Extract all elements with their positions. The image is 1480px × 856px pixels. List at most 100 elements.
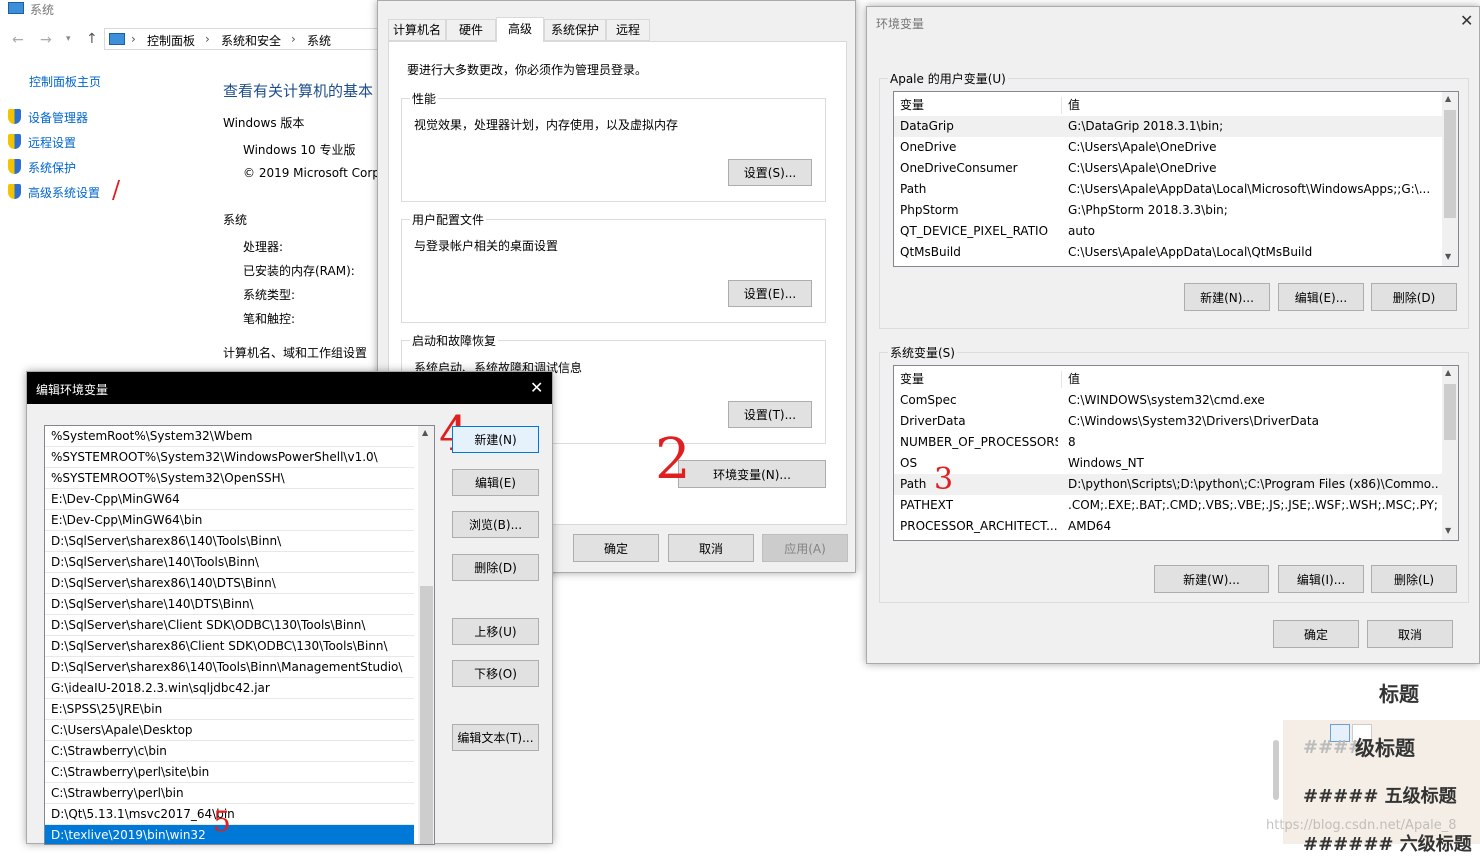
table-row[interactable]: PhpStorm G:\PhpStorm 2018.3.3\bin; — [894, 200, 1442, 221]
scroll-up-icon[interactable]: ▲ — [422, 428, 428, 437]
apply-button[interactable]: 应用(A) — [762, 534, 848, 562]
breadcrumb-system[interactable]: 系统 — [307, 32, 331, 49]
delete-entry-button[interactable]: 删除(D) — [452, 554, 539, 581]
table-row[interactable]: PROCESSOR_ARCHITECT... AMD64 — [894, 516, 1442, 537]
env-cancel-button[interactable]: 取消 — [1367, 620, 1453, 648]
close-icon[interactable]: ✕ — [530, 378, 543, 397]
variable-value: C:\Users\Apale\AppData\Local\Microsoft\W… — [1068, 182, 1431, 196]
cancel-button[interactable]: 取消 — [668, 534, 754, 562]
new-entry-button[interactable]: 新建(N) — [452, 426, 539, 453]
startup-settings-button[interactable]: 设置(T)... — [728, 401, 812, 428]
scrollbar[interactable]: ▲ ▼ — [1442, 366, 1458, 540]
list-item[interactable]: D:\SqlServer\share\Client SDK\ODBC\130\T… — [45, 615, 414, 636]
scroll-thumb[interactable] — [1444, 110, 1456, 218]
admin-note: 要进行大多数更改，你必须作为管理员登录。 — [407, 63, 648, 77]
dialog-title: 环境变量 — [876, 17, 925, 31]
table-row[interactable]: ComSpec C:\WINDOWS\system32\cmd.exe — [894, 390, 1442, 411]
list-item[interactable]: E:\Dev-Cpp\MinGW64 — [45, 489, 414, 510]
table-row[interactable]: QtMsBuild C:\Users\Apale\AppData\Local\Qt… — [894, 242, 1442, 263]
scroll-down-icon[interactable]: ▼ — [1445, 252, 1451, 261]
control-panel-home-link[interactable]: 控制面板主页 — [29, 73, 101, 90]
breadcrumb-security[interactable]: 系统和安全 — [221, 32, 281, 49]
forward-icon[interactable]: → — [40, 32, 52, 48]
list-item[interactable]: G:\ideaIU-2018.2.3.win\sqljdbc42.jar — [45, 678, 414, 699]
move-up-button[interactable]: 上移(U) — [452, 618, 539, 645]
list-item[interactable]: C:\Strawberry\c\bin — [45, 741, 414, 762]
list-item[interactable]: E:\SPSS\25\JRE\bin — [45, 699, 414, 720]
browse-button[interactable]: 浏览(B)... — [452, 511, 539, 538]
list-item[interactable]: C:\Strawberry\perl\bin — [45, 783, 414, 804]
list-item[interactable]: C:\Strawberry\perl\site\bin — [45, 762, 414, 783]
scroll-down-icon[interactable]: ▼ — [1445, 526, 1451, 535]
col-header-variable[interactable]: 变量 — [900, 369, 924, 390]
history-dropdown-icon[interactable]: ▾ — [66, 34, 71, 44]
address-bar[interactable]: › 控制面板 › 系统和安全 › 系统 — [104, 28, 380, 50]
system-type-label: 系统类型: — [243, 288, 296, 302]
user-new-button[interactable]: 新建(N)... — [1184, 283, 1270, 311]
scrollbar[interactable]: ▲ ▼ — [1442, 92, 1458, 266]
system-delete-button[interactable]: 删除(L) — [1371, 565, 1457, 593]
up-icon[interactable]: ↑ — [86, 31, 98, 47]
tab-computer-name[interactable]: 计算机名 — [388, 19, 446, 41]
variable-value: C:\Users\Apale\AppData\Local\QtMsBuild — [1068, 245, 1313, 259]
table-row[interactable]: OS Windows_NT — [894, 453, 1442, 474]
edit-entry-button[interactable]: 编辑(E) — [452, 469, 539, 496]
editor-scrollbar — [1273, 740, 1279, 800]
table-row[interactable]: Path C:\Users\Apale\AppData\Local\Microso… — [894, 179, 1442, 200]
list-item[interactable]: E:\Dev-Cpp\MinGW64\bin — [45, 510, 414, 531]
scroll-up-icon[interactable]: ▲ — [1445, 368, 1451, 377]
system-vars-list[interactable]: 变量 值 ComSpec C:\WINDOWS\system32\cmd.exe D… — [893, 365, 1459, 541]
col-header-variable[interactable]: 变量 — [900, 95, 924, 116]
close-icon[interactable]: ✕ — [1460, 11, 1473, 30]
chevron-icon: › — [131, 32, 136, 46]
ok-button[interactable]: 确定 — [573, 534, 659, 562]
table-row[interactable]: OneDrive C:\Users\Apale\OneDrive — [894, 137, 1442, 158]
list-item[interactable]: D:\SqlServer\sharex86\Client SDK\ODBC\13… — [45, 636, 414, 657]
table-row[interactable]: Path D:\python\Scripts\;D:\python\;C:\Pro… — [894, 474, 1442, 495]
tab-hardware[interactable]: 硬件 — [446, 19, 496, 41]
scroll-up-icon[interactable]: ▲ — [1445, 94, 1451, 103]
table-row[interactable]: PATHEXT .COM;.EXE;.BAT;.CMD;.VBS;.VBE;.JS… — [894, 495, 1442, 516]
scroll-thumb[interactable] — [420, 586, 433, 844]
environment-variables-dialog: 环境变量 ✕ Apale 的用户变量(U) 变量 值 DataGrip G:\Da… — [866, 6, 1480, 664]
table-row[interactable]: OneDriveConsumer C:\Users\Apale\OneDrive — [894, 158, 1442, 179]
breadcrumb-control-panel[interactable]: 控制面板 — [147, 32, 195, 49]
table-row[interactable]: DataGrip G:\DataGrip 2018.3.1\bin; — [894, 116, 1442, 137]
profile-settings-button[interactable]: 设置(E)... — [728, 280, 812, 307]
env-ok-button[interactable]: 确定 — [1273, 620, 1359, 648]
list-item[interactable]: D:\SqlServer\share\140\DTS\Binn\ — [45, 594, 414, 615]
tab-advanced[interactable]: 高级 — [496, 17, 544, 42]
list-item[interactable]: D:\SqlServer\sharex86\140\Tools\Binn\Man… — [45, 657, 414, 678]
tab-label: 硬件 — [458, 23, 483, 37]
table-row[interactable]: QT_DEVICE_PIXEL_RATIO auto — [894, 221, 1442, 242]
move-down-button[interactable]: 下移(O) — [452, 660, 539, 687]
list-item[interactable]: D:\SqlServer\sharex86\140\Tools\Binn\ — [45, 531, 414, 552]
dialog-title: 编辑环境变量 — [36, 383, 109, 397]
system-edit-button[interactable]: 编辑(I)... — [1278, 565, 1364, 593]
list-item[interactable]: %SystemRoot%\System32\Wbem — [45, 426, 414, 447]
list-item[interactable]: %SYSTEMROOT%\System32\WindowsPowerShell\… — [45, 447, 414, 468]
table-row[interactable]: DriverData C:\Windows\System32\Drivers\Dr… — [894, 411, 1442, 432]
edit-text-button[interactable]: 编辑文本(T)... — [452, 724, 539, 751]
path-list[interactable]: %SystemRoot%\System32\Wbem %SYSTEMROOT%\S… — [44, 425, 435, 845]
table-row[interactable]: NUMBER_OF_PROCESSORS 8 — [894, 432, 1442, 453]
list-item[interactable]: C:\Users\Apale\Desktop — [45, 720, 414, 741]
col-header-value[interactable]: 值 — [1068, 369, 1080, 390]
col-header-value[interactable]: 值 — [1068, 95, 1080, 116]
tab-label: 计算机名 — [392, 23, 441, 37]
perf-settings-button[interactable]: 设置(S)... — [728, 159, 812, 186]
tab-system-protection[interactable]: 系统保护 — [544, 19, 606, 41]
user-delete-button[interactable]: 删除(D) — [1371, 283, 1457, 311]
tab-remote[interactable]: 远程 — [606, 19, 650, 41]
back-icon[interactable]: ← — [12, 32, 24, 48]
system-new-button[interactable]: 新建(W)... — [1154, 565, 1269, 593]
user-vars-list[interactable]: 变量 值 DataGrip G:\DataGrip 2018.3.1\bin; On… — [893, 91, 1459, 267]
environment-variables-button[interactable]: 环境变量(N)... — [678, 460, 826, 488]
list-item[interactable]: %SYSTEMROOT%\System32\OpenSSH\ — [45, 468, 414, 489]
scrollbar[interactable]: ▲ — [418, 426, 434, 844]
list-item[interactable]: D:\SqlServer\share\140\Tools\Binn\ — [45, 552, 414, 573]
user-edit-button[interactable]: 编辑(E)... — [1278, 283, 1364, 311]
watermark: https://blog.csdn.net/Apale_8 — [1266, 818, 1457, 833]
list-item[interactable]: D:\SqlServer\sharex86\140\DTS\Binn\ — [45, 573, 414, 594]
scroll-thumb[interactable] — [1444, 384, 1456, 440]
